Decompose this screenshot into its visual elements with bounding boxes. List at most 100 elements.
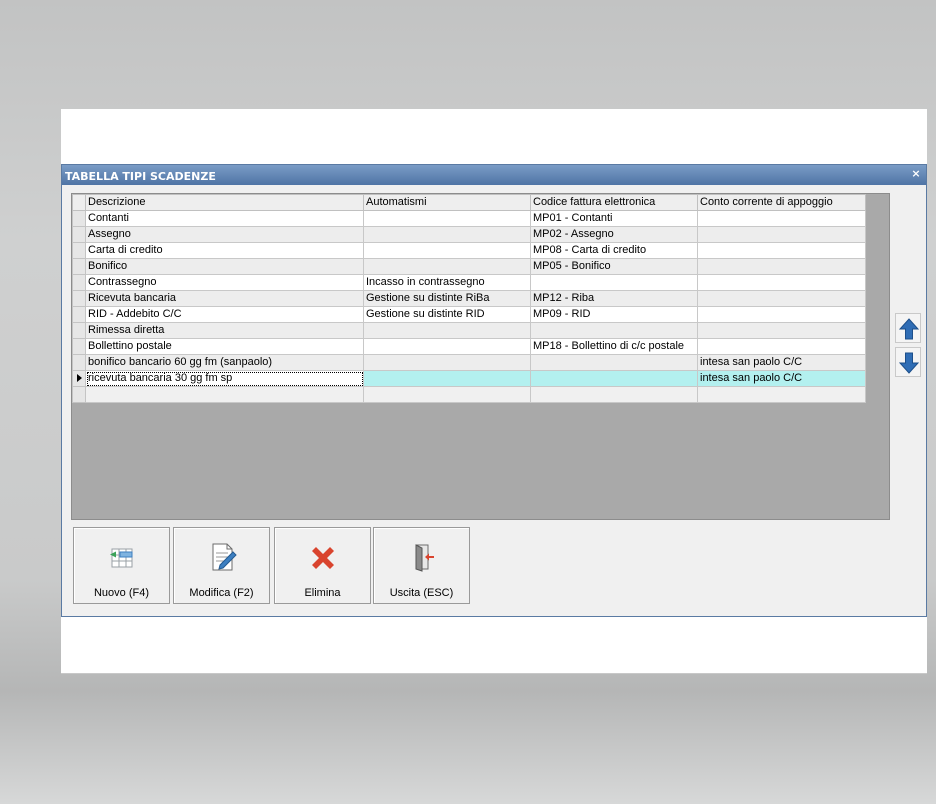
table-cell[interactable] xyxy=(363,210,531,227)
table-cell[interactable]: RID - Addebito C/C xyxy=(85,306,364,323)
table-cell[interactable]: intesa san paolo C/C xyxy=(697,354,866,371)
table-row[interactable]: RID - Addebito C/C Gestione su distinte R… xyxy=(72,306,866,323)
row-indicator[interactable] xyxy=(72,290,86,307)
table-cell[interactable]: bonifico bancario 60 gg fm (sanpaolo) xyxy=(85,354,364,371)
table-cell[interactable] xyxy=(697,210,866,227)
edit-button[interactable]: Modifica (F2) xyxy=(173,527,270,604)
row-indicator[interactable] xyxy=(72,274,86,291)
table-cell[interactable] xyxy=(697,338,866,355)
table-cell[interactable]: Ricevuta bancaria xyxy=(85,290,364,307)
table-cell[interactable]: MP05 - Bonifico xyxy=(530,258,698,275)
table-row[interactable]: Contanti MP01 - Contanti xyxy=(72,210,866,227)
delete-button[interactable]: Elimina xyxy=(274,527,371,604)
table-cell[interactable] xyxy=(530,386,698,403)
table-cell[interactable] xyxy=(530,370,698,387)
table-cell[interactable]: MP01 - Contanti xyxy=(530,210,698,227)
table-row[interactable]: Ricevuta bancaria Gestione su distinte Ri… xyxy=(72,290,866,307)
table-cell[interactable]: Contanti xyxy=(85,210,364,227)
table-cell[interactable]: intesa san paolo C/C xyxy=(697,370,866,387)
dialog-titlebar: TABELLA TIPI SCADENZE × xyxy=(62,165,926,185)
row-indicator[interactable] xyxy=(72,370,86,387)
table-cell[interactable] xyxy=(697,306,866,323)
exit-button-label: Uscita (ESC) xyxy=(389,587,454,599)
table-cell[interactable] xyxy=(530,274,698,291)
new-record-row[interactable] xyxy=(72,386,866,403)
table-cell[interactable]: Bonifico xyxy=(85,258,364,275)
row-indicator[interactable] xyxy=(72,338,86,355)
table-cell[interactable]: Incasso in contrassegno xyxy=(363,274,531,291)
table-cell[interactable]: MP02 - Assegno xyxy=(530,226,698,243)
move-down-button[interactable] xyxy=(895,347,921,377)
table-cell[interactable] xyxy=(697,290,866,307)
table-cell[interactable] xyxy=(697,274,866,291)
table-cell[interactable] xyxy=(363,338,531,355)
current-row-arrow-icon xyxy=(77,374,82,382)
exit-button[interactable]: Uscita (ESC) xyxy=(373,527,470,604)
table-row[interactable]: ricevuta bancaria 30 gg fm sp intesa san … xyxy=(72,370,866,387)
table-row[interactable]: Bonifico MP05 - Bonifico xyxy=(72,258,866,275)
table-cell[interactable] xyxy=(697,258,866,275)
arrow-down-icon xyxy=(899,352,919,374)
table-cell[interactable]: Assegno xyxy=(85,226,364,243)
dialog-title: TABELLA TIPI SCADENZE xyxy=(65,170,216,183)
column-header[interactable]: Codice fattura elettronica xyxy=(530,194,698,211)
table-row[interactable]: bonifico bancario 60 gg fm (sanpaolo) int… xyxy=(72,354,866,371)
column-header[interactable]: Automatismi xyxy=(363,194,531,211)
table-cell[interactable]: Contrassegno xyxy=(85,274,364,291)
scadenze-dialog: TABELLA TIPI SCADENZE × Descrizione Auto… xyxy=(61,164,927,617)
table-cell[interactable] xyxy=(697,242,866,259)
table-cell[interactable]: MP08 - Carta di credito xyxy=(530,242,698,259)
table-cell[interactable]: ricevuta bancaria 30 gg fm sp xyxy=(85,370,364,387)
table-cell[interactable] xyxy=(85,386,364,403)
new-button-label: Nuovo (F4) xyxy=(93,587,150,599)
table-cell[interactable]: MP12 - Riba xyxy=(530,290,698,307)
table-cell[interactable] xyxy=(363,354,531,371)
table-cell[interactable]: MP18 - Bollettino di c/c postale xyxy=(530,338,698,355)
table-row[interactable]: Rimessa diretta xyxy=(72,322,866,339)
table-cell[interactable] xyxy=(363,322,531,339)
table-row[interactable]: Carta di credito MP08 - Carta di credito xyxy=(72,242,866,259)
scadenze-table: Descrizione Automatismi Codice fattura e… xyxy=(72,194,866,403)
table-cell[interactable]: Bollettino postale xyxy=(85,338,364,355)
table-cell[interactable]: Rimessa diretta xyxy=(85,322,364,339)
row-indicator[interactable] xyxy=(72,322,86,339)
table-row[interactable]: Contrassegno Incasso in contrassegno xyxy=(72,274,866,291)
table-cell[interactable] xyxy=(697,322,866,339)
new-button[interactable]: Nuovo (F4) xyxy=(73,527,170,604)
column-header[interactable]: Conto corrente di appoggio xyxy=(697,194,866,211)
table-cell[interactable]: Gestione su distinte RID xyxy=(363,306,531,323)
table-cell[interactable] xyxy=(530,322,698,339)
row-indicator[interactable] xyxy=(72,306,86,323)
table-cell[interactable]: Gestione su distinte RiBa xyxy=(363,290,531,307)
close-icon[interactable]: × xyxy=(911,168,921,179)
row-indicator[interactable] xyxy=(72,242,86,259)
header-indicator-cell xyxy=(72,194,86,211)
row-indicator[interactable] xyxy=(72,226,86,243)
exit-door-icon xyxy=(415,544,434,572)
table-cell[interactable] xyxy=(363,386,531,403)
table-cell[interactable] xyxy=(697,226,866,243)
move-up-button[interactable] xyxy=(895,313,921,343)
table-cell[interactable] xyxy=(363,242,531,259)
delete-button-label: Elimina xyxy=(304,587,341,599)
arrow-up-icon xyxy=(899,318,919,340)
table-cell[interactable] xyxy=(363,258,531,275)
table-row[interactable]: Bollettino postale MP18 - Bollettino di c… xyxy=(72,338,866,355)
row-indicator[interactable] xyxy=(72,354,86,371)
column-header[interactable]: Descrizione xyxy=(85,194,364,211)
grid-container[interactable]: Descrizione Automatismi Codice fattura e… xyxy=(71,193,890,520)
edit-button-label: Modifica (F2) xyxy=(189,587,254,599)
table-cell[interactable] xyxy=(363,226,531,243)
table-cell[interactable]: MP09 - RID xyxy=(530,306,698,323)
row-indicator[interactable] xyxy=(72,210,86,227)
table-cell[interactable]: Carta di credito xyxy=(85,242,364,259)
table-cell[interactable] xyxy=(530,354,698,371)
table-row[interactable]: Assegno MP02 - Assegno xyxy=(72,226,866,243)
table-cell[interactable] xyxy=(697,386,866,403)
row-indicator[interactable] xyxy=(72,258,86,275)
new-row-icon xyxy=(110,548,133,568)
table-cell[interactable] xyxy=(363,370,531,387)
row-indicator[interactable] xyxy=(72,386,86,403)
delete-x-icon xyxy=(312,547,334,569)
table-header-row: Descrizione Automatismi Codice fattura e… xyxy=(72,194,866,211)
